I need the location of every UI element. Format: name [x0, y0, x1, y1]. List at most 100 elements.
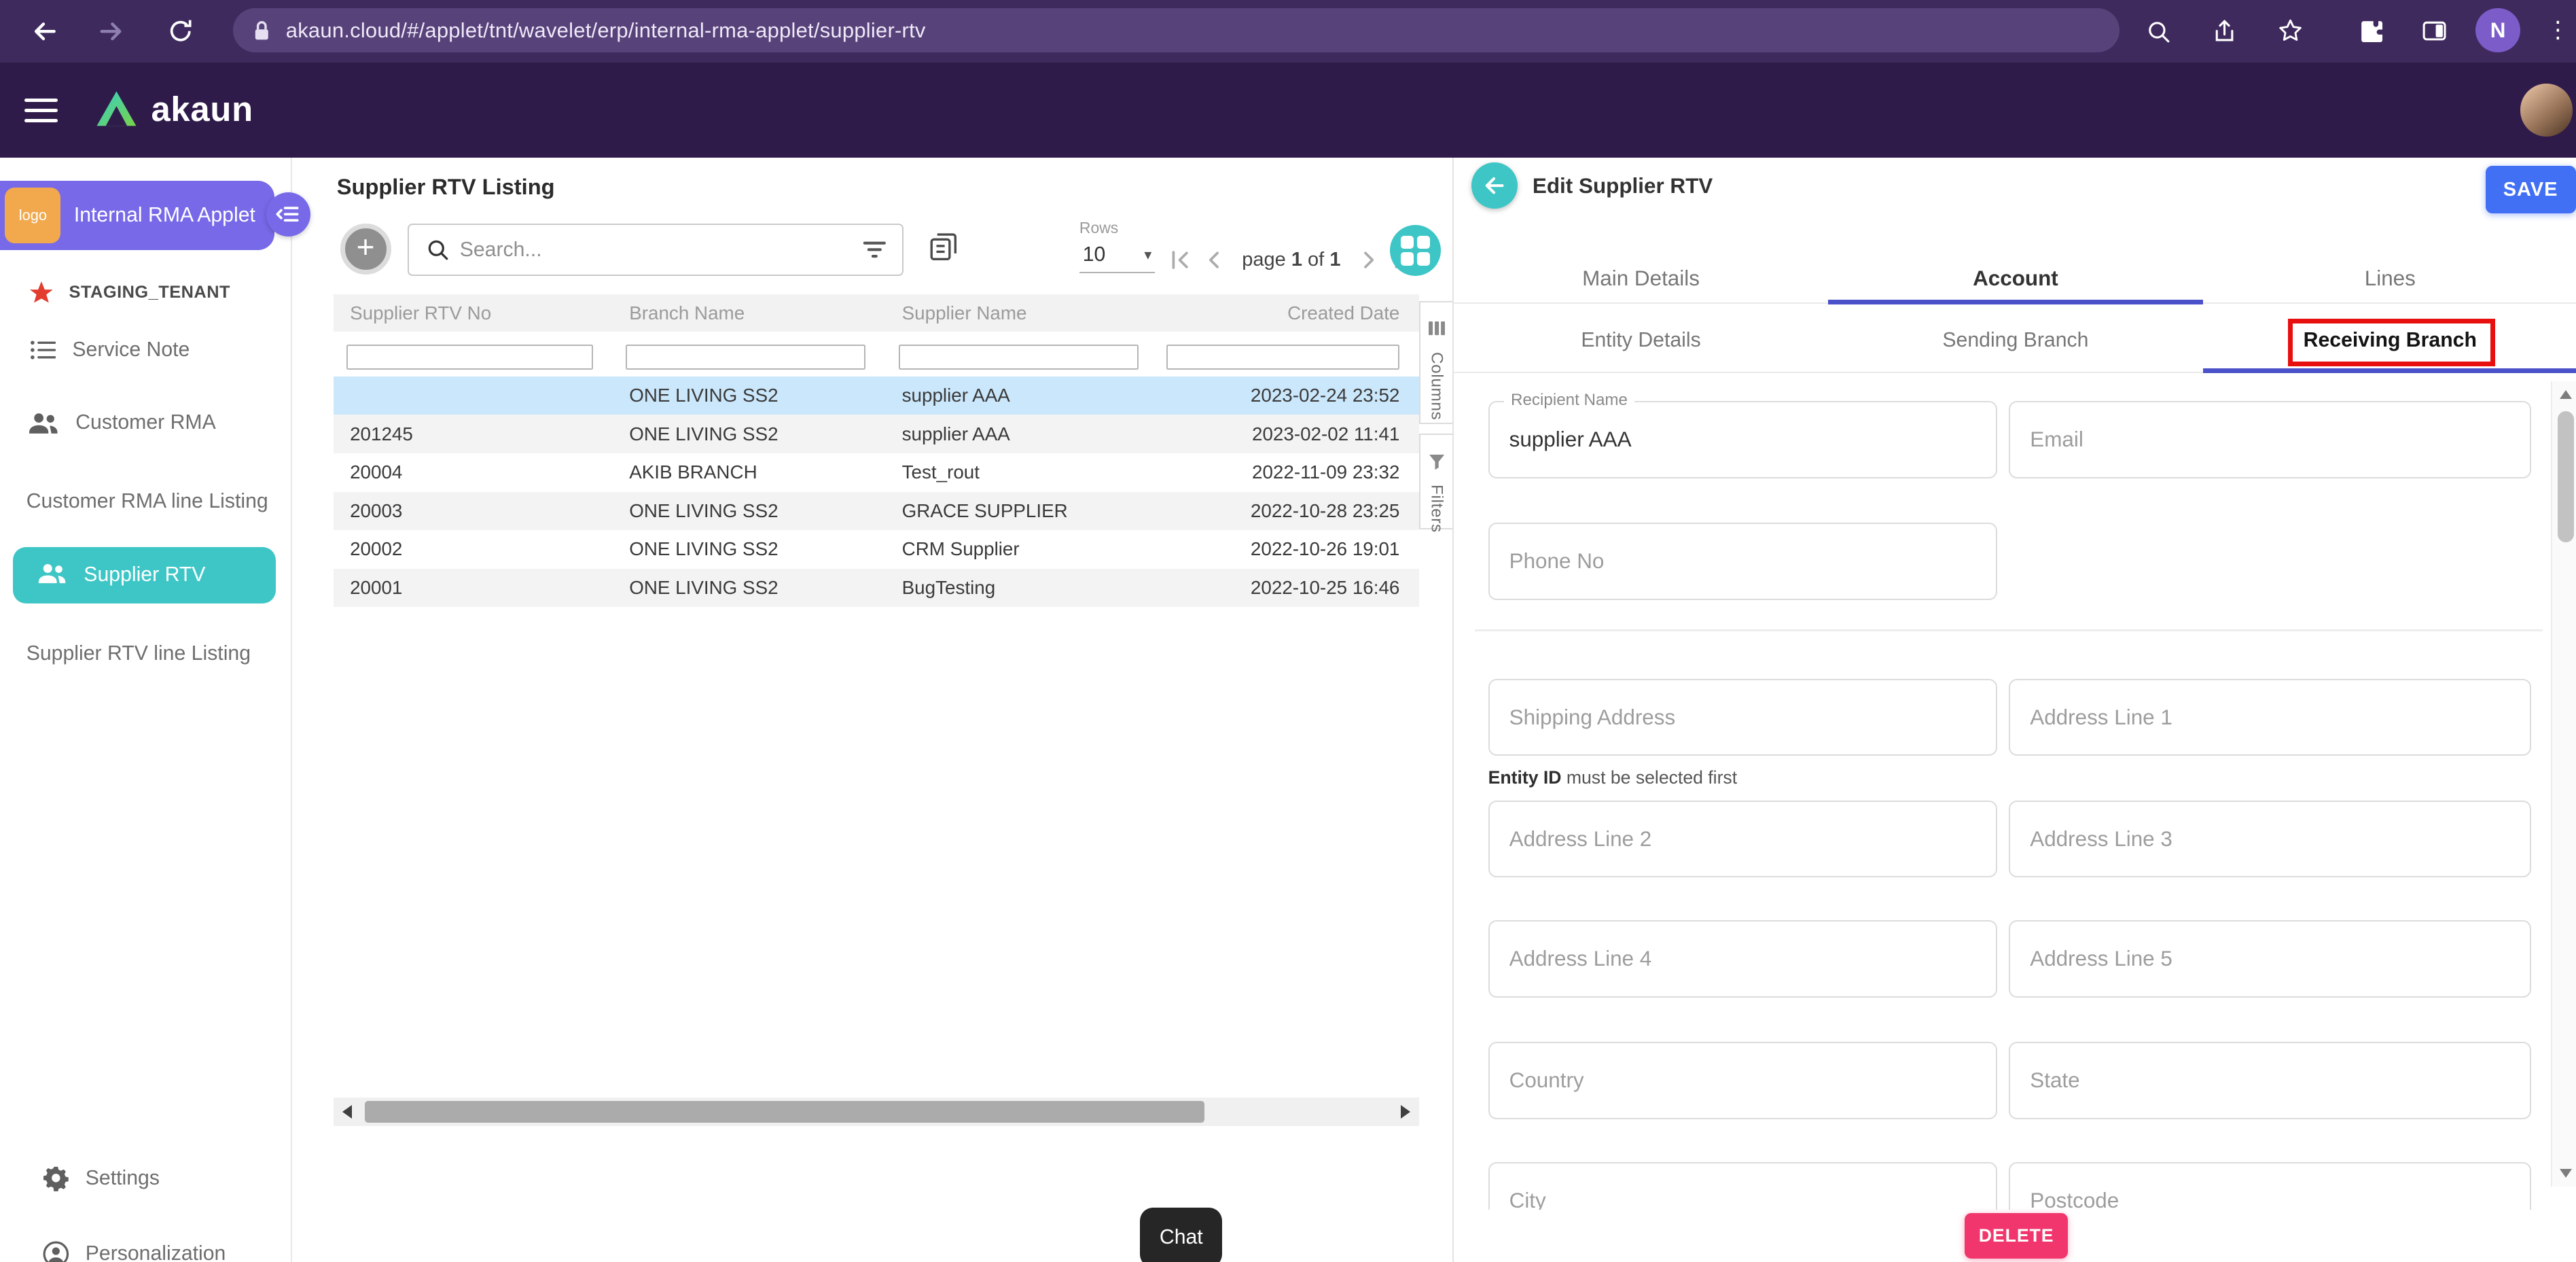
- save-button[interactable]: SAVE: [2486, 166, 2576, 213]
- extensions-puzzle-icon[interactable]: [2353, 13, 2389, 49]
- columns-side-tab[interactable]: Columns: [1419, 301, 1452, 424]
- column-header[interactable]: Supplier Name: [885, 302, 1155, 324]
- delete-button[interactable]: DELETE: [1965, 1213, 2068, 1259]
- scroll-up-icon[interactable]: [2552, 381, 2576, 408]
- filters-side-tab[interactable]: Filters: [1419, 434, 1452, 529]
- browser-back-icon[interactable]: [26, 13, 62, 49]
- hamburger-menu-icon[interactable]: [24, 99, 57, 129]
- scroll-down-icon[interactable]: [2552, 1160, 2576, 1187]
- list-icon: [30, 340, 56, 360]
- columns-icon: [1429, 313, 1445, 343]
- back-button[interactable]: [1471, 162, 1518, 209]
- sidebar-item-label: Service Note: [72, 338, 190, 362]
- browser-profile-avatar[interactable]: N: [2475, 8, 2520, 52]
- column-header[interactable]: Branch Name: [613, 302, 885, 324]
- table-row[interactable]: 20001 ONE LIVING SS2 BugTesting 2022-10-…: [334, 569, 1420, 608]
- vertical-scrollbar[interactable]: [2551, 381, 2576, 1187]
- country-field[interactable]: [1488, 1042, 1998, 1119]
- add-button[interactable]: +: [340, 224, 391, 275]
- table-body: ONE LIVING SS2 supplier AAA 2023-02-24 2…: [334, 376, 1420, 607]
- state-field[interactable]: [2009, 1042, 2531, 1119]
- email-field[interactable]: [2009, 401, 2531, 478]
- cell-supplier-name: GRACE SUPPLIER: [885, 500, 1155, 522]
- sidebar-item-service-note[interactable]: Service Note: [0, 329, 292, 372]
- address-line-4-input[interactable]: [1490, 922, 1997, 996]
- next-page-icon[interactable]: [1354, 245, 1384, 275]
- subtab-entity-details[interactable]: Entity Details: [1454, 309, 1828, 372]
- chat-button[interactable]: Chat: [1140, 1208, 1222, 1262]
- user-avatar[interactable]: [2520, 84, 2573, 136]
- prev-page-icon[interactable]: [1199, 245, 1229, 275]
- horizontal-scrollbar[interactable]: [334, 1098, 1420, 1125]
- lock-icon[interactable]: [253, 19, 271, 42]
- sidebar-item-personalization[interactable]: Personalization: [0, 1234, 292, 1262]
- tab-main-details[interactable]: Main Details: [1454, 255, 1828, 303]
- column-filter-input[interactable]: [346, 345, 593, 369]
- subtab-receiving-branch[interactable]: Receiving Branch: [2203, 309, 2576, 372]
- sidebar-item-supplier-rtv[interactable]: Supplier RTV: [13, 547, 276, 603]
- table-row[interactable]: 20003 ONE LIVING SS2 GRACE SUPPLIER 2022…: [334, 492, 1420, 531]
- browser-menu-icon[interactable]: ⋮: [2546, 12, 2569, 48]
- first-page-icon[interactable]: [1165, 245, 1195, 275]
- shipping-address-input[interactable]: [1490, 680, 1997, 755]
- column-header[interactable]: Created Date: [1155, 302, 1419, 324]
- share-icon[interactable]: [2206, 13, 2242, 49]
- sidebar-item-customer-rma-line-listing[interactable]: Customer RMA line Listing: [0, 483, 292, 519]
- search-input[interactable]: [460, 239, 861, 262]
- tenant-name: STAGING_TENANT: [69, 283, 231, 302]
- scroll-right-icon[interactable]: [1391, 1098, 1419, 1125]
- address-line-3-field[interactable]: [2009, 801, 2531, 878]
- side-panel-icon[interactable]: [2416, 13, 2452, 49]
- scroll-left-icon[interactable]: [334, 1098, 361, 1125]
- address-line-3-input[interactable]: [2010, 802, 2530, 877]
- screen: akaun.cloud/#/applet/tnt/wavelet/erp/int…: [0, 0, 2576, 1262]
- rows-per-page-select[interactable]: Rows 10 ▾: [1079, 219, 1155, 273]
- sidebar-item-supplier-rtv-line-listing[interactable]: Supplier RTV line Listing: [0, 636, 292, 672]
- grid-view-toggle[interactable]: [1390, 225, 1441, 276]
- email-input[interactable]: [2010, 402, 2530, 477]
- tab-account[interactable]: Account: [1828, 255, 2202, 303]
- filter-list-icon[interactable]: [861, 236, 888, 263]
- subtab-sending-branch[interactable]: Sending Branch: [1828, 309, 2202, 372]
- columns-label: Columns: [1427, 352, 1446, 420]
- column-header[interactable]: Supplier RTV No: [334, 302, 613, 324]
- sidebar-tenant[interactable]: STAGING_TENANT: [0, 273, 292, 312]
- column-filter-input[interactable]: [1166, 345, 1399, 369]
- tab-search-icon[interactable]: [2141, 13, 2177, 49]
- address-line-5-input[interactable]: [2010, 922, 2530, 996]
- country-input[interactable]: [1490, 1043, 1997, 1118]
- address-line-2-input[interactable]: [1490, 802, 1997, 877]
- brand-logo[interactable]: akaun: [95, 89, 253, 129]
- recipient-name-field[interactable]: Recipient Name: [1488, 401, 1998, 478]
- cell-rtv-no: 20001: [334, 577, 613, 599]
- address-line-1-field[interactable]: [2009, 679, 2531, 756]
- column-filter-input[interactable]: [626, 345, 865, 369]
- address-line-1-input[interactable]: [2010, 680, 2530, 755]
- sidebar-applet-button[interactable]: logo Internal RMA Applet: [0, 181, 274, 250]
- shipping-address-field[interactable]: [1488, 679, 1998, 756]
- table-row[interactable]: 20002 ONE LIVING SS2 CRM Supplier 2022-1…: [334, 530, 1420, 569]
- sidebar-item-settings[interactable]: Settings: [0, 1159, 292, 1198]
- column-filter-input[interactable]: [899, 345, 1139, 369]
- copy-view-icon[interactable]: [927, 230, 959, 270]
- sidebar-item-customer-rma[interactable]: Customer RMA: [0, 401, 292, 444]
- state-input[interactable]: [2010, 1043, 2530, 1118]
- browser-forward-icon[interactable]: [94, 13, 130, 49]
- browser-reload-icon[interactable]: [162, 13, 198, 49]
- bookmark-star-icon[interactable]: [2272, 13, 2308, 49]
- active-subtab-indicator: [2203, 368, 2576, 373]
- address-line-2-field[interactable]: [1488, 801, 1998, 878]
- address-line-5-field[interactable]: [2009, 920, 2531, 998]
- table-row[interactable]: 20004 AKIB BRANCH Test_rout 2022-11-09 2…: [334, 453, 1420, 492]
- address-bar[interactable]: akaun.cloud/#/applet/tnt/wavelet/erp/int…: [233, 8, 2119, 52]
- tab-lines[interactable]: Lines: [2203, 255, 2576, 303]
- sidebar-collapse-icon[interactable]: [266, 192, 310, 236]
- table-row[interactable]: ONE LIVING SS2 supplier AAA 2023-02-24 2…: [334, 376, 1420, 415]
- scrollbar-thumb[interactable]: [365, 1101, 1204, 1122]
- phone-input[interactable]: [1490, 524, 1997, 599]
- recipient-name-input[interactable]: [1490, 402, 1997, 477]
- scrollbar-thumb[interactable]: [2558, 411, 2574, 542]
- address-line-4-field[interactable]: [1488, 920, 1998, 998]
- phone-field[interactable]: [1488, 523, 1998, 600]
- table-row[interactable]: 201245 ONE LIVING SS2 supplier AAA 2023-…: [334, 415, 1420, 453]
